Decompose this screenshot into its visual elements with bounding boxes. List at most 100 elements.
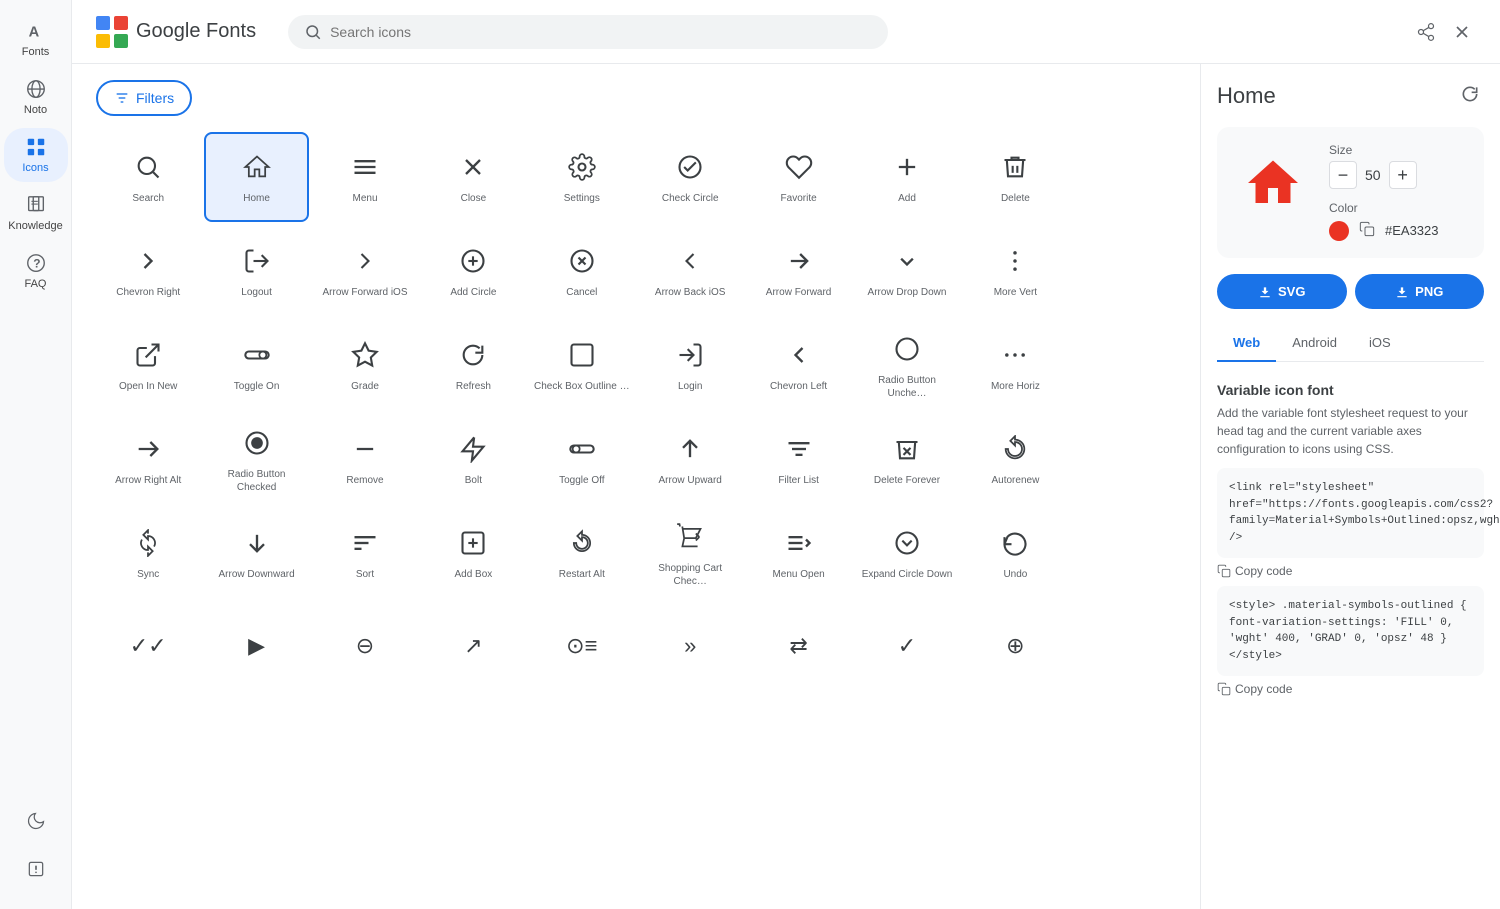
icon-cell[interactable]: Arrow Forward iOS [313, 226, 417, 316]
icon-cell[interactable]: Cancel [530, 226, 634, 316]
icon-cell[interactable]: Add Box [421, 508, 525, 598]
tab-web[interactable]: Web [1217, 325, 1276, 362]
icon-cell[interactable]: Menu Open [746, 508, 850, 598]
icon-cell[interactable]: Check Circle [638, 132, 742, 222]
icon-cell[interactable]: Arrow Downward [204, 508, 308, 598]
icon-cell[interactable]: Check Box Outline … [530, 320, 634, 410]
report-button[interactable] [16, 849, 56, 889]
icon-cell[interactable]: Close [421, 132, 525, 222]
icon-cell[interactable]: Logout [204, 226, 308, 316]
icon-cell[interactable]: Arrow Upward [638, 414, 742, 504]
icon-cell[interactable]: Autorenew [963, 414, 1067, 504]
refresh-button[interactable] [1456, 80, 1484, 111]
icon-cell[interactable]: Arrow Right Alt [96, 414, 200, 504]
dark-mode-button[interactable] [16, 801, 56, 841]
icon-cell[interactable]: Add Circle [421, 226, 525, 316]
icon-symbol [351, 247, 379, 280]
icon-cell[interactable]: Refresh [421, 320, 525, 410]
icon-cell[interactable]: Open In New [96, 320, 200, 410]
icon-cell[interactable]: Search [96, 132, 200, 222]
icon-cell[interactable]: ▶ [204, 602, 308, 692]
icon-cell[interactable]: » [638, 602, 742, 692]
icon-cell[interactable]: Arrow Back iOS [638, 226, 742, 316]
icon-cell [1072, 226, 1176, 316]
icon-label: Add Box [454, 568, 492, 581]
code-block-1: <link rel="stylesheet" href="https://fon… [1217, 468, 1484, 558]
close-icon [1452, 21, 1472, 43]
sidebar-item-faq[interactable]: ? FAQ [4, 244, 68, 298]
icon-symbol [459, 153, 487, 186]
icon-cell[interactable]: Grade [313, 320, 417, 410]
icon-cell[interactable]: Chevron Right [96, 226, 200, 316]
code-block-2: <style> .material-symbols-outlined { fon… [1217, 586, 1484, 676]
color-swatch[interactable] [1329, 221, 1349, 241]
size-control: − 50 + [1329, 161, 1468, 189]
icon-label: Remove [346, 474, 383, 487]
icon-cell[interactable]: Home [204, 132, 308, 222]
icon-cell[interactable]: ⊕ [963, 602, 1067, 692]
icon-cell[interactable]: Arrow Forward [746, 226, 850, 316]
icon-cell[interactable]: Favorite [746, 132, 850, 222]
download-png-button[interactable]: PNG [1355, 274, 1485, 309]
sidebar-item-noto[interactable]: Noto [4, 70, 68, 124]
download-svg-icon [1258, 285, 1272, 299]
tab-ios[interactable]: iOS [1353, 325, 1407, 362]
icon-cell[interactable]: Sort [313, 508, 417, 598]
search-bar[interactable] [288, 15, 888, 49]
icon-cell[interactable]: Toggle On [204, 320, 308, 410]
tab-android[interactable]: Android [1276, 325, 1353, 362]
icon-cell[interactable]: Add [855, 132, 959, 222]
icon-cell[interactable]: Delete Forever [855, 414, 959, 504]
icon-cell[interactable]: Expand Circle Down [855, 508, 959, 598]
icon-cell[interactable]: Remove [313, 414, 417, 504]
icon-cell[interactable]: Sync [96, 508, 200, 598]
icon-symbol [676, 435, 704, 468]
copy-code-2-button[interactable]: Copy code [1217, 682, 1484, 696]
filters-button[interactable]: Filters [96, 80, 192, 116]
icon-cell[interactable]: Arrow Drop Down [855, 226, 959, 316]
icon-symbol: ⊕ [1006, 635, 1024, 657]
icon-cell[interactable]: Shopping Cart Chec… [638, 508, 742, 598]
icon-symbol [893, 335, 921, 368]
size-decrease-button[interactable]: − [1329, 161, 1357, 189]
sidebar-item-knowledge[interactable]: Knowledge [4, 186, 68, 240]
icon-label: Autorenew [991, 474, 1039, 487]
icon-cell[interactable]: Radio Button Unche… [855, 320, 959, 410]
icon-cell[interactable]: Radio Button Checked [204, 414, 308, 504]
icon-cell[interactable]: ⊖ [313, 602, 417, 692]
icon-cell[interactable]: Toggle Off [530, 414, 634, 504]
color-control-row: Color #EA3323 [1329, 201, 1468, 242]
icon-cell[interactable]: ✓✓ [96, 602, 200, 692]
icon-cell[interactable]: ⊙≡ [530, 602, 634, 692]
icon-cell[interactable]: Filter List [746, 414, 850, 504]
icon-symbol [1001, 529, 1029, 562]
icon-label: Arrow Right Alt [115, 474, 181, 487]
icon-symbol [568, 529, 596, 562]
icon-cell[interactable]: ↗ [421, 602, 525, 692]
icon-label: Delete [1001, 192, 1030, 205]
share-button[interactable] [1412, 18, 1440, 46]
icon-cell[interactable]: More Vert [963, 226, 1067, 316]
close-button[interactable] [1448, 18, 1476, 46]
icon-cell[interactable]: Delete [963, 132, 1067, 222]
size-increase-button[interactable]: + [1389, 161, 1417, 189]
icon-cell[interactable]: Undo [963, 508, 1067, 598]
icon-cell[interactable]: ⇄ [746, 602, 850, 692]
icon-cell[interactable]: Chevron Left [746, 320, 850, 410]
sidebar-item-fonts[interactable]: A Fonts [4, 12, 68, 66]
icon-cell[interactable]: Bolt [421, 414, 525, 504]
icon-cell[interactable]: Login [638, 320, 742, 410]
copy-code-2-icon [1217, 682, 1231, 696]
sidebar-item-icons[interactable]: Icons [4, 128, 68, 182]
icon-cell[interactable]: ✓ [855, 602, 959, 692]
icon-symbol [134, 341, 162, 374]
icon-cell[interactable]: Restart Alt [530, 508, 634, 598]
icon-label: Bolt [465, 474, 482, 487]
icon-cell[interactable]: Menu [313, 132, 417, 222]
icon-cell[interactable]: More Horiz [963, 320, 1067, 410]
icon-cell[interactable]: Settings [530, 132, 634, 222]
copy-code-1-button[interactable]: Copy code [1217, 564, 1484, 578]
color-copy-button[interactable] [1357, 219, 1377, 242]
search-input[interactable] [330, 24, 872, 40]
download-svg-button[interactable]: SVG [1217, 274, 1347, 309]
